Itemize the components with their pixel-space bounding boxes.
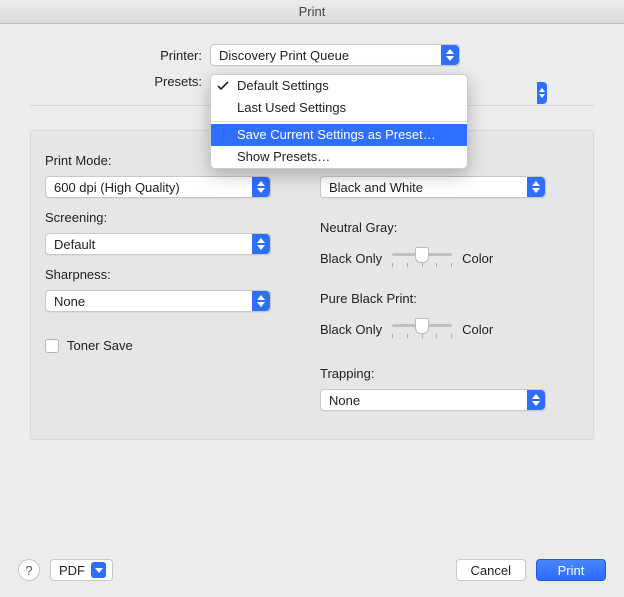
updown-icon — [252, 234, 270, 254]
updown-icon — [252, 291, 270, 311]
print-button[interactable]: Print — [536, 559, 606, 581]
printer-select[interactable]: Discovery Print Queue — [210, 44, 460, 66]
neutral-gray-label: Neutral Gray: — [320, 220, 579, 235]
slider-right-label: Color — [462, 322, 493, 337]
preset-item-save[interactable]: Save Current Settings as Preset… — [211, 124, 467, 146]
updown-icon — [527, 177, 545, 197]
check-icon — [217, 77, 229, 99]
presets-dropdown[interactable]: Default Settings Last Used Settings Save… — [210, 74, 468, 169]
pure-black-slider[interactable] — [392, 318, 452, 340]
printer-value: Discovery Print Queue — [219, 48, 349, 63]
neutral-gray-slider[interactable] — [392, 247, 452, 269]
window-title: Print — [299, 4, 326, 19]
screening-label: Screening: — [45, 210, 304, 225]
chevron-down-icon — [91, 562, 106, 578]
color-mode-select[interactable]: Black and White — [320, 176, 546, 198]
menu-separator — [211, 121, 467, 122]
toner-save-checkbox[interactable]: Toner Save — [45, 338, 304, 353]
help-button[interactable]: ? — [18, 559, 40, 581]
presets-label: Presets: — [40, 74, 210, 89]
slider-right-label: Color — [462, 251, 493, 266]
screening-select[interactable]: Default — [45, 233, 271, 255]
sharpness-select[interactable]: None — [45, 290, 271, 312]
slider-left-label: Black Only — [320, 251, 382, 266]
print-mode-select[interactable]: 600 dpi (High Quality) — [45, 176, 271, 198]
preset-item-last-used[interactable]: Last Used Settings — [211, 97, 467, 119]
window-titlebar: Print — [0, 0, 624, 24]
checkbox-box — [45, 339, 59, 353]
trapping-select[interactable]: None — [320, 389, 546, 411]
cancel-button[interactable]: Cancel — [456, 559, 526, 581]
pure-black-label: Pure Black Print: — [320, 291, 579, 306]
slider-left-label: Black Only — [320, 322, 382, 337]
footer: ? PDF Cancel Print — [0, 543, 624, 597]
updown-icon — [441, 45, 459, 65]
updown-icon — [252, 177, 270, 197]
printer-label: Printer: — [40, 48, 210, 63]
presets-select-stub[interactable] — [537, 82, 547, 104]
preset-item-show[interactable]: Show Presets… — [211, 146, 467, 168]
trapping-label: Trapping: — [320, 366, 579, 381]
pdf-menu-button[interactable]: PDF — [50, 559, 113, 581]
sharpness-label: Sharpness: — [45, 267, 304, 282]
settings-panel: Print Mode: 600 dpi (High Quality) Scree… — [30, 130, 594, 440]
updown-icon — [527, 390, 545, 410]
preset-item-default[interactable]: Default Settings — [211, 75, 467, 97]
